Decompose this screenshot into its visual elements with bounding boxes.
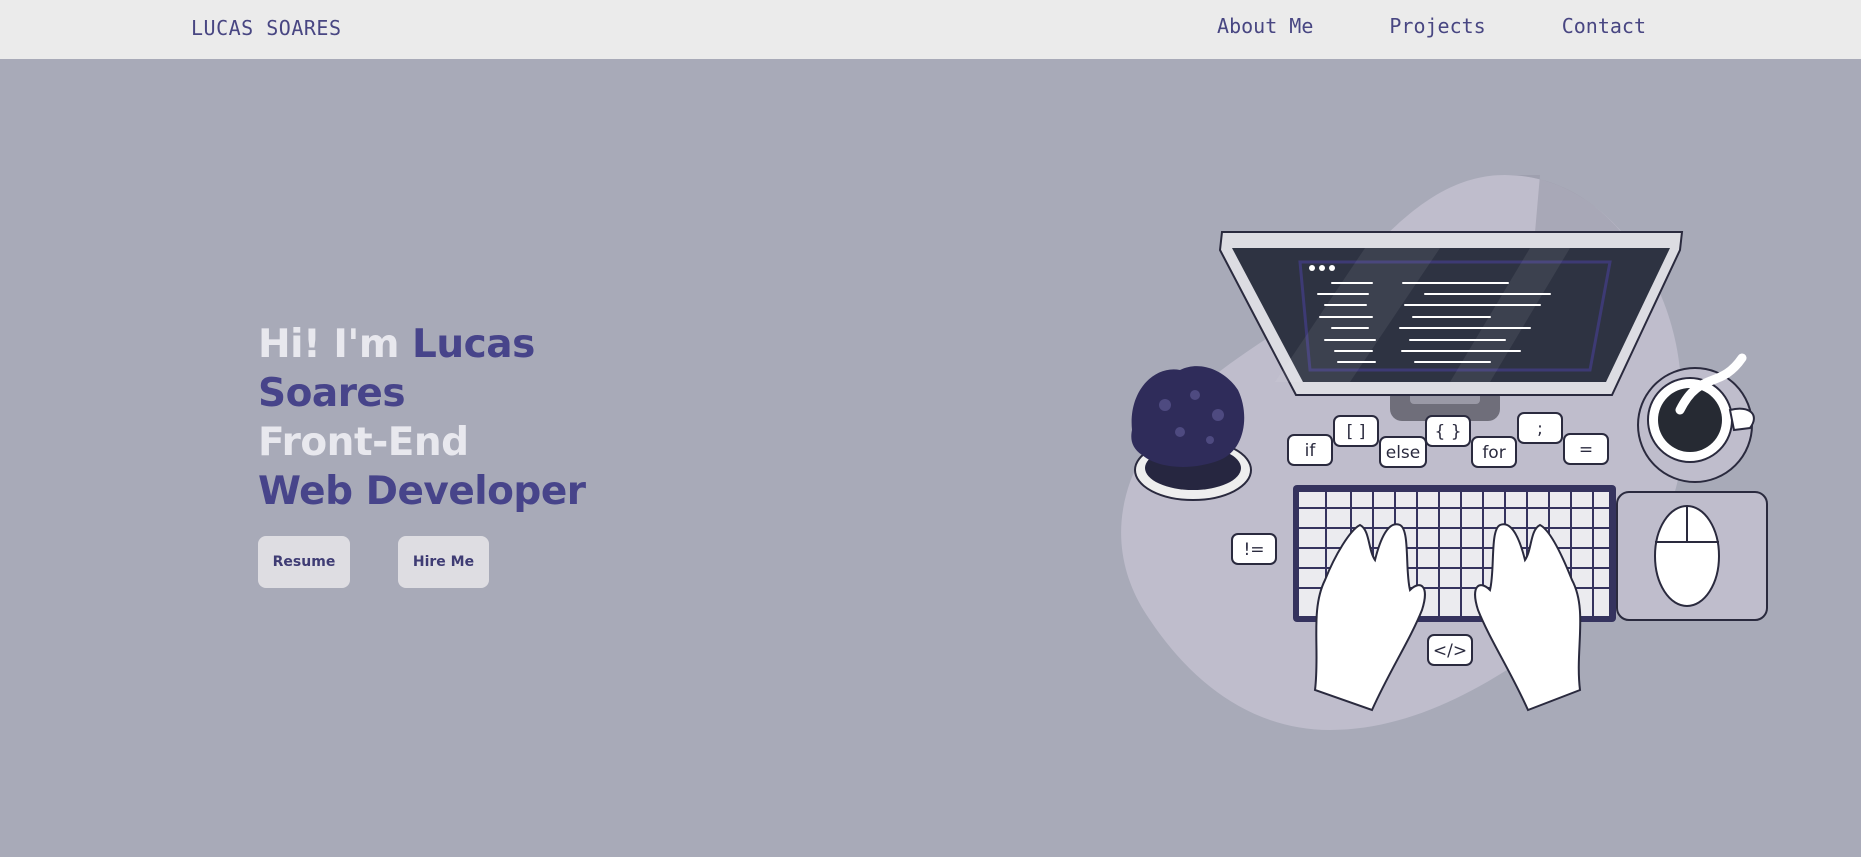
hero-line-1: Hi! I'm Lucas bbox=[258, 320, 586, 369]
nav-link-about-me[interactable]: About Me bbox=[1217, 14, 1313, 38]
nav-link-projects[interactable]: Projects bbox=[1389, 14, 1485, 38]
developer-desk-illustration: if [ ] else { } for ; = != </> bbox=[1121, 175, 1768, 730]
nav-links: About Me Projects Contact bbox=[1217, 14, 1646, 38]
bubble-brackets-text: [ ] bbox=[1347, 422, 1366, 442]
mouse-icon bbox=[1616, 491, 1768, 621]
bubble-brackets: [ ] bbox=[1333, 415, 1379, 447]
bubble-braces-text: { } bbox=[1434, 422, 1461, 442]
bubble-semicolon-text: ; bbox=[1537, 419, 1543, 439]
hero-first-name: Lucas bbox=[412, 322, 535, 367]
hero-role-line-1: Front-End bbox=[258, 420, 469, 465]
hero-role-line-2: Web Developer bbox=[258, 469, 586, 514]
navbar: LUCAS SOARES About Me Projects Contact bbox=[0, 0, 1861, 59]
bubble-for-text: for bbox=[1482, 443, 1505, 463]
bubble-equals-text: = bbox=[1579, 440, 1593, 460]
hero-heading: Hi! I'm Lucas Soares Front-End Web Devel… bbox=[258, 320, 586, 516]
bubble-closing-tag-text: </> bbox=[1433, 641, 1467, 661]
resume-button[interactable]: Resume bbox=[258, 536, 350, 588]
bubble-not-equal-text: != bbox=[1243, 540, 1264, 560]
bubble-not-equal: != bbox=[1231, 533, 1277, 565]
bubble-for: for bbox=[1471, 436, 1517, 468]
hero-greeting: Hi! I'm bbox=[258, 322, 413, 367]
nav-link-contact[interactable]: Contact bbox=[1562, 14, 1646, 38]
bubble-else-text: else bbox=[1386, 443, 1421, 463]
bubble-semicolon: ; bbox=[1517, 412, 1563, 444]
bubble-equals: = bbox=[1563, 433, 1609, 465]
bubble-else: else bbox=[1379, 436, 1427, 468]
plant-icon bbox=[1131, 366, 1252, 501]
bubble-braces: { } bbox=[1425, 415, 1471, 447]
hero-last-name: Soares bbox=[258, 371, 406, 416]
bubble-closing-tag: </> bbox=[1427, 634, 1473, 666]
brand-logo[interactable]: LUCAS SOARES bbox=[191, 16, 342, 40]
bubble-if: if bbox=[1287, 434, 1333, 466]
hire-me-button[interactable]: Hire Me bbox=[398, 536, 489, 588]
bubble-if-text: if bbox=[1305, 441, 1317, 461]
